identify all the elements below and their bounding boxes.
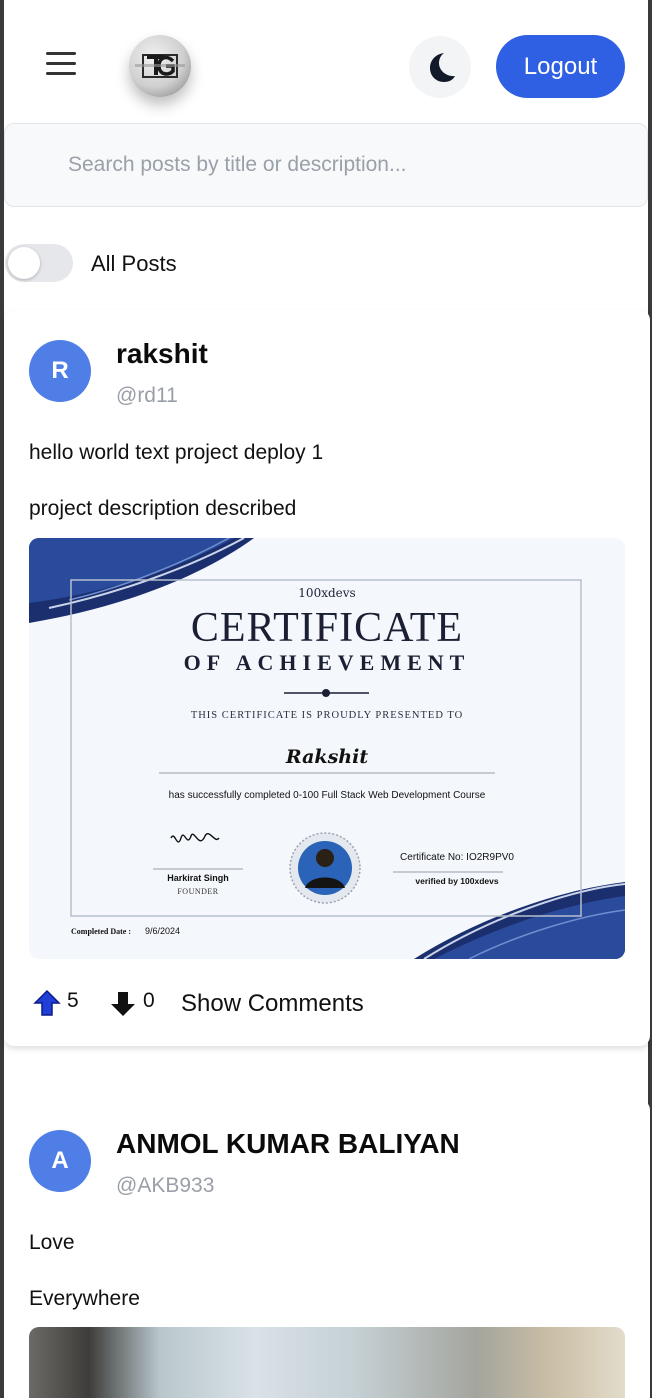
author-handle: @AKB933 [116,1174,215,1197]
search-input[interactable] [5,124,647,206]
show-comments-button[interactable]: Show Comments [181,990,364,1018]
certificate-recipient: Rakshit [285,746,369,768]
post-actions: 5 0 Show Comments [29,985,629,1025]
certificate-presented-text: THIS CERTIFICATE IS PROUDLY PRESENTED TO [190,710,464,721]
search-bar [4,123,648,207]
post-card: A ANMOL KUMAR BALIYAN @AKB933 Love Every… [4,1100,650,1398]
author-name: ANMOL KUMAR BALIYAN [116,1128,460,1159]
certificate-subheading: OF ACHIEVEMENT [183,650,471,675]
toggle-knob [8,247,40,279]
post-image[interactable]: 100xdevs CERTIFICATE OF ACHIEVEMENT THIS… [29,538,625,959]
all-posts-toggle[interactable] [5,244,73,282]
toggle-label: All Posts [91,251,177,276]
author-handle: @rd11 [116,384,178,407]
post-title: Love [29,1231,75,1254]
post-card: R rakshit @rd11 hello world text project… [4,310,650,1046]
post-description: Everywhere [29,1287,140,1310]
avatar: A [29,1130,91,1192]
certificate-heading: CERTIFICATE [190,605,464,651]
downvote-count: 0 [143,989,155,1012]
menu-icon[interactable] [46,52,76,78]
post-photo [29,1327,625,1398]
logo-icon[interactable] [129,35,191,97]
author-name: rakshit [116,338,208,369]
certificate-date-label: Completed Date : [71,927,131,936]
certificate-number: Certificate No: IO2R9PV0 [400,852,514,863]
post-image[interactable] [29,1327,625,1398]
post-description: project description described [29,497,297,520]
top-navbar: Logout [4,0,648,124]
logout-button[interactable]: Logout [496,35,625,98]
certificate-brand: 100xdevs [298,586,356,600]
arrow-down-icon[interactable] [109,990,137,1018]
certificate-verified-by: verified by 100xdevs [415,876,499,886]
post-title: hello world text project deploy 1 [29,441,324,464]
upvote-count: 5 [67,989,79,1012]
avatar: R [29,340,91,402]
certificate-date: 9/6/2024 [145,926,181,936]
certificate-image: 100xdevs CERTIFICATE OF ACHIEVEMENT THIS… [29,538,625,959]
moon-icon [430,53,455,82]
certificate-signer-name: Harkirat Singh [167,873,229,883]
certificate-signer-role: FOUNDER [177,887,219,896]
arrow-up-icon[interactable] [33,989,61,1017]
certificate-completion-text: has successfully completed 0-100 Full St… [168,790,486,801]
theme-toggle-button[interactable] [409,36,471,98]
